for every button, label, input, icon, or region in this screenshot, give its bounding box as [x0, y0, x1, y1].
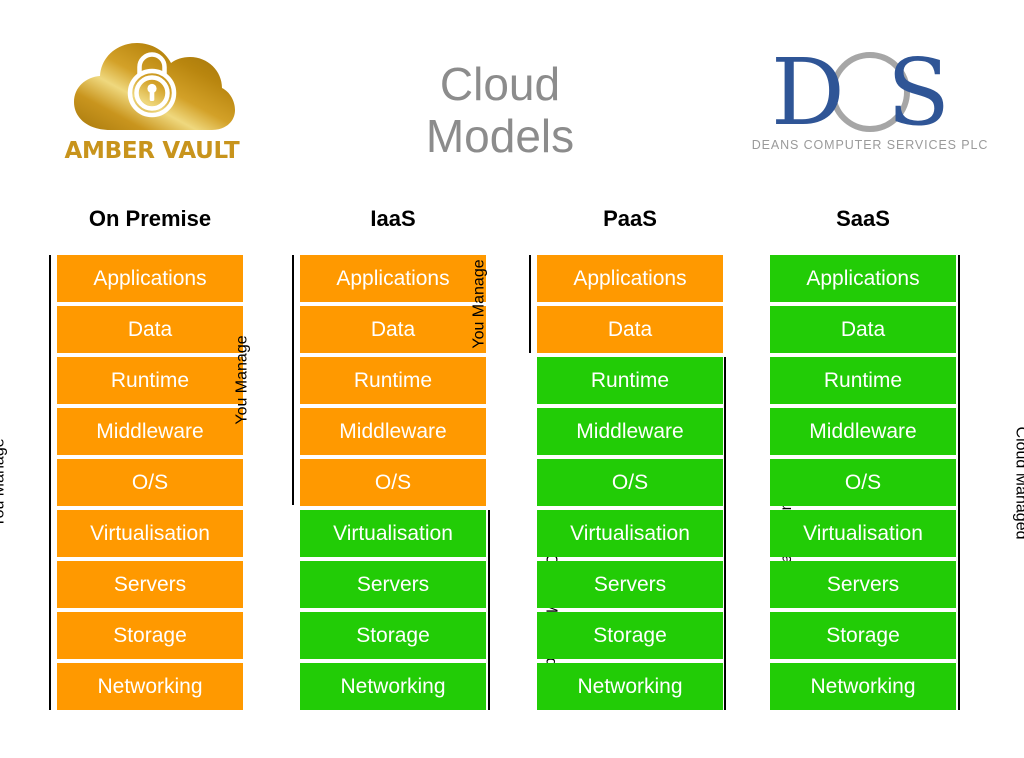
column-header-on-premise: On Premise — [88, 206, 212, 231]
stack-saas: Applications Data Runtime Middleware O/S Virt… — [770, 255, 956, 710]
bracket-label: You Manage — [0, 437, 8, 528]
bracket-paas-cloud-managed: Cloud Managed — [724, 357, 795, 710]
layer-bar-iaas-virtualisation[interactable]: Virtualisation — [300, 510, 486, 557]
layer-bar-saas-servers[interactable]: Servers — [770, 561, 956, 608]
layer-bar-saas-middleware[interactable]: Middleware — [770, 408, 956, 455]
bracket-line — [292, 255, 294, 505]
page-title: Cloud Models — [330, 58, 670, 162]
layer-bar-saas-applications[interactable]: Applications — [770, 255, 956, 302]
layer-bar-iaas-applications[interactable]: Applications — [300, 255, 486, 302]
layer-bar-on-premise-storage[interactable]: Storage — [57, 612, 243, 659]
layer-bar-paas-middleware[interactable]: Middleware — [537, 408, 723, 455]
amber-vault-wordmark: AMBER VAULT — [64, 138, 240, 164]
layer-bar-saas-virtualisation[interactable]: Virtualisation — [770, 510, 956, 557]
layer-bar-saas-networking[interactable]: Networking — [770, 663, 956, 710]
bracket-line — [724, 357, 726, 710]
bracket-label: You Manage — [470, 259, 488, 349]
layer-bar-iaas-servers[interactable]: Servers — [300, 561, 486, 608]
layer-bar-saas-data[interactable]: Data — [770, 306, 956, 353]
layer-bar-iaas-middleware[interactable]: Middleware — [300, 408, 486, 455]
bracket-paas-you-manage: You Manage — [470, 255, 531, 353]
layer-bar-paas-virtualisation[interactable]: Virtualisation — [537, 510, 723, 557]
bracket-line — [49, 255, 51, 710]
column-header-paas: PaaS — [603, 206, 657, 231]
bracket-line — [958, 255, 960, 710]
layer-bar-saas-o-s[interactable]: O/S — [770, 459, 956, 506]
layer-bar-on-premise-applications[interactable]: Applications — [57, 255, 243, 302]
column-header-saas: SaaS — [836, 206, 890, 231]
layer-bar-iaas-o-s[interactable]: O/S — [300, 459, 486, 506]
bracket-iaas-cloud-managed: Cloud Managed — [488, 510, 559, 710]
layer-bar-on-premise-servers[interactable]: Servers — [57, 561, 243, 608]
slide-header: AMBER VAULT Cloud Models D S DEANS COMPU… — [0, 0, 1024, 195]
layer-bar-paas-networking[interactable]: Networking — [537, 663, 723, 710]
column-header-iaas: IaaS — [370, 206, 416, 231]
layer-bar-saas-storage[interactable]: Storage — [770, 612, 956, 659]
bracket-saas-cloud-managed: Cloud Managed — [958, 255, 1024, 710]
bracket-iaas-you-manage: You Manage — [233, 255, 294, 505]
bracket-line — [529, 255, 531, 353]
svg-text:D: D — [771, 42, 845, 137]
layer-bar-paas-applications[interactable]: Applications — [537, 255, 723, 302]
layer-bar-iaas-networking[interactable]: Networking — [300, 663, 486, 710]
layer-bar-on-premise-virtualisation[interactable]: Virtualisation — [57, 510, 243, 557]
layer-bar-on-premise-o-s[interactable]: O/S — [57, 459, 243, 506]
layer-bar-paas-servers[interactable]: Servers — [537, 561, 723, 608]
layer-bar-paas-data[interactable]: Data — [537, 306, 723, 353]
layer-bar-iaas-data[interactable]: Data — [300, 306, 486, 353]
stack-on-premise: Applications Data Runtime Middleware O/S Virt… — [57, 255, 243, 710]
layer-bar-paas-o-s[interactable]: O/S — [537, 459, 723, 506]
page-title-line-2: Models — [425, 110, 575, 162]
bracket-label: You Manage — [233, 335, 251, 425]
layer-bar-paas-storage[interactable]: Storage — [537, 612, 723, 659]
amber-vault-logo: AMBER VAULT — [62, 30, 242, 175]
layer-bar-iaas-storage[interactable]: Storage — [300, 612, 486, 659]
layer-bar-saas-runtime[interactable]: Runtime — [770, 357, 956, 404]
bracket-line — [488, 510, 490, 710]
dcs-logo: D S DEANS COMPUTER SERVICES PLC — [745, 39, 995, 162]
dcs-subtitle: DEANS COMPUTER SERVICES PLC — [751, 138, 989, 152]
bracket-label: Cloud Managed — [1012, 426, 1024, 539]
svg-text:S: S — [887, 42, 950, 137]
layer-bar-on-premise-middleware[interactable]: Middleware — [57, 408, 243, 455]
layer-bar-on-premise-data[interactable]: Data — [57, 306, 243, 353]
dcs-monogram-icon: D S — [757, 39, 987, 146]
layer-bar-iaas-runtime[interactable]: Runtime — [300, 357, 486, 404]
layer-bar-on-premise-runtime[interactable]: Runtime — [57, 357, 243, 404]
stack-paas: Applications Data Runtime Middleware O/S Virt… — [537, 255, 723, 710]
layer-bar-on-premise-networking[interactable]: Networking — [57, 663, 243, 710]
cloud-padlock-icon — [62, 30, 242, 140]
page-title-line-1: Cloud — [439, 58, 561, 110]
bracket-on-premise-you-manage: You Manage — [0, 255, 51, 710]
stack-iaas: Applications Data Runtime Middleware O/S Virt… — [300, 255, 486, 710]
layer-bar-paas-runtime[interactable]: Runtime — [537, 357, 723, 404]
